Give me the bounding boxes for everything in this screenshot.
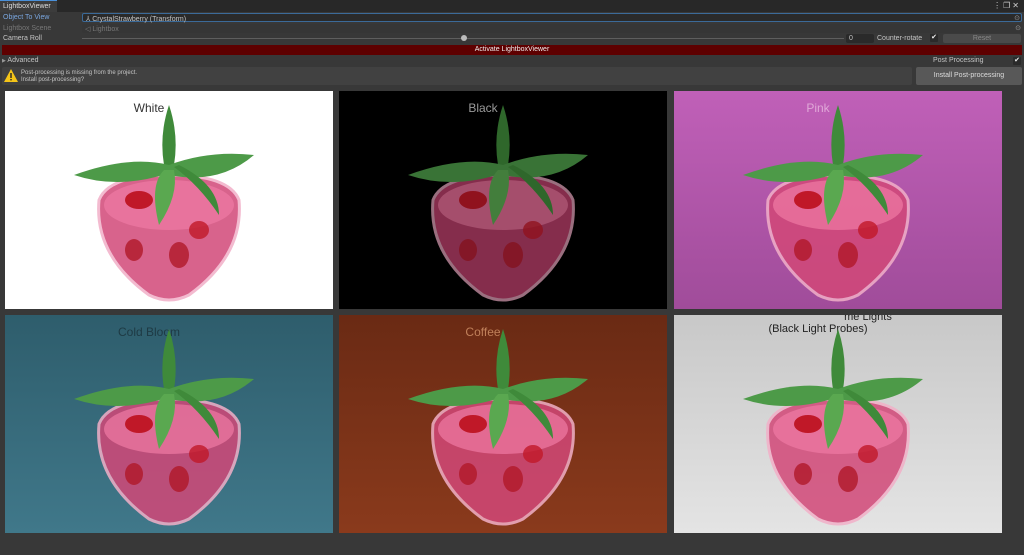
preview-cold-bloom: Cold Bloom xyxy=(5,315,333,533)
counter-rotate-checkbox[interactable]: ✔ xyxy=(930,34,938,42)
object-to-view-field[interactable]: ⅄ CrystalStrawberry (Transform) ⊙ xyxy=(82,13,1022,23)
object-picker-icon: ⊙ xyxy=(1015,25,1021,32)
object-picker-icon[interactable]: ⊙ xyxy=(1014,14,1020,22)
preview-black: Black xyxy=(339,91,667,309)
strawberry-model xyxy=(403,329,603,529)
triangle-right-icon: ▶ xyxy=(2,58,6,64)
strawberry-model xyxy=(69,105,269,305)
camera-roll-input[interactable]: 0 xyxy=(846,34,874,43)
warning-icon xyxy=(4,69,18,82)
slider-knob[interactable] xyxy=(461,35,467,41)
warning-line-2: Install post-processing? xyxy=(21,77,85,83)
warning-box: Post-processing is missing from the proj… xyxy=(2,67,912,85)
reset-button[interactable]: Reset xyxy=(943,34,1021,43)
object-to-view-label: Object To View xyxy=(3,14,50,21)
object-to-view-row: Object To View ⅄ CrystalStrawberry (Tran… xyxy=(0,12,1024,23)
lightbox-scene-label: Lightbox Scene xyxy=(3,25,52,32)
warning-line-1: Post-processing is missing from the proj… xyxy=(21,70,138,76)
post-processing-label: Post Processing xyxy=(933,57,984,64)
counter-rotate-label: Counter-rotate xyxy=(877,35,923,42)
tab-lightboxviewer[interactable]: LightboxViewer xyxy=(0,0,57,12)
install-post-processing-button[interactable]: Install Post-processing xyxy=(916,67,1022,85)
maximize-icon[interactable]: ❐ xyxy=(1003,1,1012,10)
strawberry-model xyxy=(738,329,938,529)
preview-coffee: Coffee xyxy=(339,315,667,533)
advanced-foldout[interactable]: ▶ Advanced xyxy=(2,57,39,64)
preview-white: White xyxy=(5,91,333,309)
post-processing-checkbox[interactable]: ✔ xyxy=(1013,57,1021,65)
tab-bar: LightboxViewer ⋮❐✕ xyxy=(0,0,1024,12)
close-icon[interactable]: ✕ xyxy=(1012,1,1021,10)
strawberry-model xyxy=(403,105,603,305)
strawberry-model xyxy=(69,329,269,529)
activate-button[interactable]: Activate LightboxViewer xyxy=(2,45,1022,55)
lightbox-scene-field: ◁ Lightbox ⊙ xyxy=(82,24,1022,33)
preview-no-realtime-lights: me Lights (Black Light Probes) xyxy=(674,315,1002,533)
camera-roll-row: Camera Roll 0 Counter-rotate ✔ Reset xyxy=(0,33,1024,44)
strawberry-model xyxy=(738,105,938,305)
preview-pink: Pink xyxy=(674,91,1002,309)
kebab-icon[interactable]: ⋮ xyxy=(993,1,1003,10)
camera-roll-label: Camera Roll xyxy=(3,35,42,42)
